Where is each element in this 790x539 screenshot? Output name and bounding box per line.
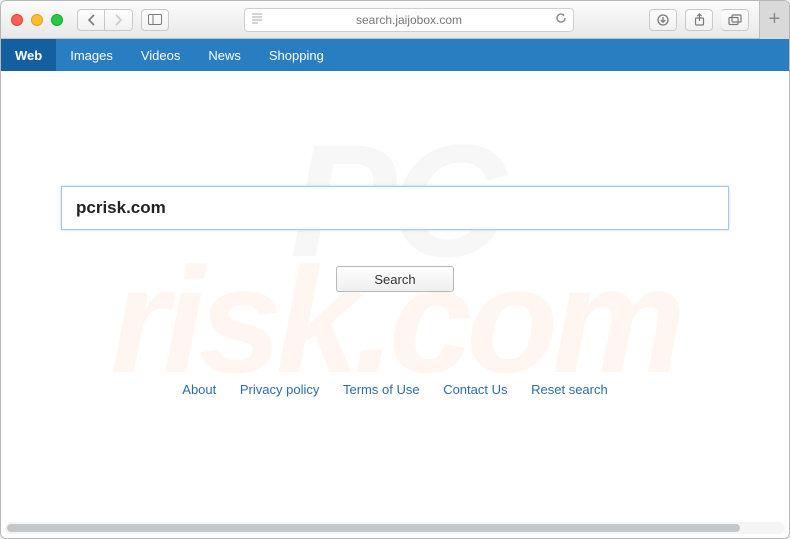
address-bar[interactable]: search.jaijobox.com bbox=[244, 8, 574, 32]
nav-tab-web[interactable]: Web bbox=[1, 39, 56, 71]
nav-tab-news[interactable]: News bbox=[194, 39, 255, 71]
search-input[interactable] bbox=[61, 186, 729, 230]
footer-link-about[interactable]: About bbox=[182, 382, 216, 397]
search-button[interactable]: Search bbox=[336, 266, 454, 292]
nav-label: News bbox=[208, 48, 241, 63]
tabs-button[interactable] bbox=[721, 9, 749, 31]
nav-tab-videos[interactable]: Videos bbox=[127, 39, 195, 71]
scrollbar-thumb[interactable] bbox=[7, 524, 740, 532]
nav-label: Web bbox=[15, 48, 42, 63]
address-bar-wrap: search.jaijobox.com bbox=[177, 8, 641, 32]
horizontal-scrollbar[interactable] bbox=[5, 522, 785, 534]
search-area: Search bbox=[1, 186, 789, 292]
nav-tab-images[interactable]: Images bbox=[56, 39, 127, 71]
share-button[interactable] bbox=[685, 9, 713, 31]
footer-link-terms[interactable]: Terms of Use bbox=[343, 382, 420, 397]
reload-icon[interactable] bbox=[555, 12, 567, 27]
titlebar: search.jaijobox.com + bbox=[1, 1, 789, 39]
safari-window: search.jaijobox.com + Web Images Videos bbox=[0, 0, 790, 539]
toolbar-right bbox=[649, 9, 749, 31]
url-text: search.jaijobox.com bbox=[356, 13, 462, 27]
nav-label: Images bbox=[70, 48, 113, 63]
nav-buttons bbox=[77, 9, 133, 31]
minimize-window-button[interactable] bbox=[31, 14, 43, 26]
window-controls bbox=[11, 14, 63, 26]
forward-button[interactable] bbox=[105, 9, 133, 31]
nav-label: Shopping bbox=[269, 48, 324, 63]
sidebar-button[interactable] bbox=[141, 9, 169, 31]
footer-link-contact[interactable]: Contact Us bbox=[443, 382, 507, 397]
footer-link-reset[interactable]: Reset search bbox=[531, 382, 608, 397]
footer-link-privacy[interactable]: Privacy policy bbox=[240, 382, 319, 397]
close-window-button[interactable] bbox=[11, 14, 23, 26]
downloads-button[interactable] bbox=[649, 9, 677, 31]
nav-label: Videos bbox=[141, 48, 181, 63]
new-tab-button[interactable]: + bbox=[759, 1, 789, 39]
page-content: Web Images Videos News Shopping PC risk.… bbox=[1, 39, 789, 538]
category-nav: Web Images Videos News Shopping bbox=[1, 39, 789, 71]
nav-tab-shopping[interactable]: Shopping bbox=[255, 39, 338, 71]
footer-links: About Privacy policy Terms of Use Contac… bbox=[1, 382, 789, 397]
back-button[interactable] bbox=[77, 9, 105, 31]
search-button-row: Search bbox=[61, 266, 729, 292]
reader-icon bbox=[251, 13, 263, 27]
maximize-window-button[interactable] bbox=[51, 14, 63, 26]
